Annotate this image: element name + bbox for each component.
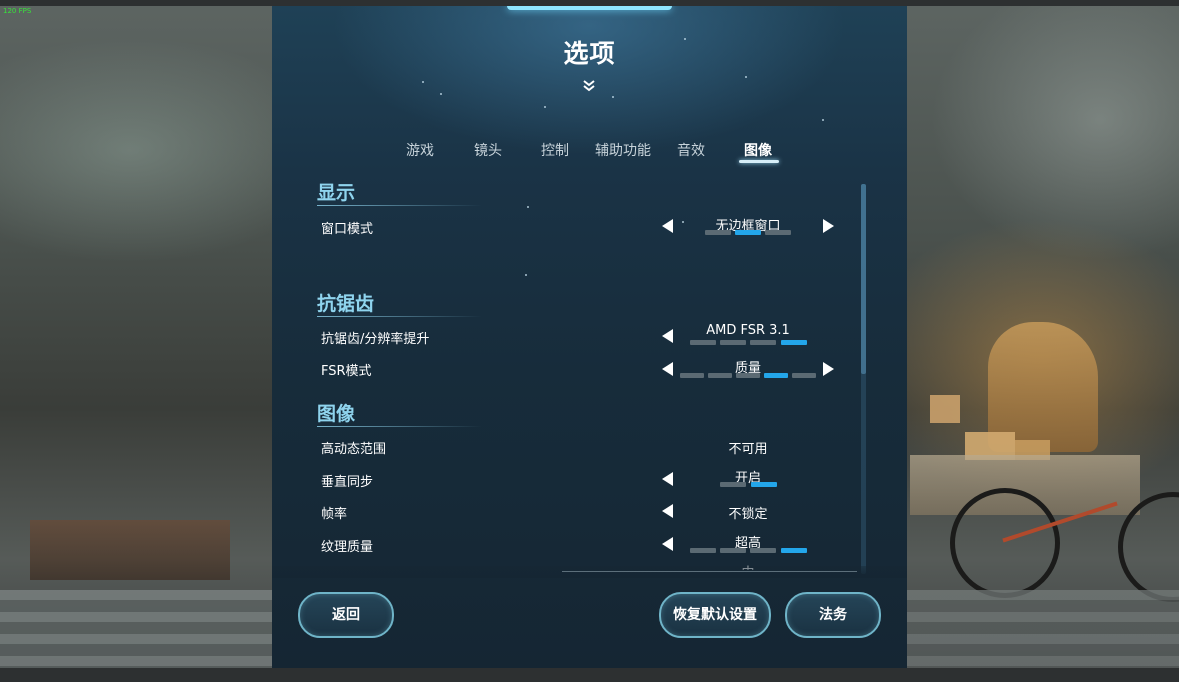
- section-title-display: 显示: [317, 182, 356, 204]
- section-title-image: 图像: [317, 403, 356, 425]
- star-particle: [525, 274, 527, 276]
- option-indicator-segment-selected: [764, 373, 788, 378]
- option-indicator-segment: [720, 548, 746, 553]
- tab-audio[interactable]: 音效: [677, 140, 705, 160]
- setting-label: FSR模式: [321, 364, 372, 379]
- star-particle: [544, 106, 546, 108]
- prev-option-arrow-icon[interactable]: [662, 537, 673, 551]
- star-particle: [422, 81, 424, 83]
- tab-accessibility[interactable]: 辅助功能: [595, 140, 651, 160]
- fps-counter: 120 FPS: [3, 7, 32, 15]
- prev-option-arrow-icon[interactable]: [662, 329, 673, 343]
- background-stairs: [0, 590, 272, 668]
- setting-value: 不可用: [728, 442, 768, 457]
- tab-game[interactable]: 游戏: [406, 140, 434, 160]
- legal-button[interactable]: 法务: [785, 592, 881, 638]
- option-indicator-segment-selected: [735, 230, 761, 235]
- tab-camera[interactable]: 镜头: [474, 140, 502, 160]
- star-particle: [440, 93, 442, 95]
- list-bottom-divider: [562, 571, 857, 572]
- setting-label: 高动态范围: [321, 442, 387, 457]
- page-title: 选项: [563, 39, 616, 68]
- star-particle: [527, 206, 529, 208]
- section-divider: [317, 426, 482, 427]
- setting-label: 垂直同步: [321, 475, 374, 490]
- option-indicator-segment-selected: [781, 548, 807, 553]
- section-divider: [317, 205, 482, 206]
- active-tab-indicator: [739, 160, 779, 163]
- option-indicator-segment: [708, 373, 732, 378]
- option-indicator-segment-selected: [781, 340, 807, 345]
- tab-graphics[interactable]: 图像: [744, 140, 772, 160]
- option-indicator-segment: [750, 340, 776, 345]
- prev-option-arrow-icon[interactable]: [662, 362, 673, 376]
- option-indicator-segment: [705, 230, 731, 235]
- setting-value: AMD FSR 3.1: [706, 323, 790, 338]
- setting-label: 抗锯齿/分辨率提升: [321, 332, 430, 347]
- double-chevron-down-icon: [583, 80, 595, 92]
- prev-option-arrow-icon[interactable]: [662, 219, 673, 233]
- background-bench: [30, 520, 230, 580]
- next-option-arrow-icon[interactable]: [823, 219, 834, 233]
- section-divider: [317, 316, 482, 317]
- option-indicator-segment: [690, 340, 716, 345]
- option-indicator-segment: [720, 340, 746, 345]
- reset-defaults-button[interactable]: 恢复默认设置: [659, 592, 771, 638]
- prev-option-arrow-icon[interactable]: [662, 504, 673, 518]
- option-indicator-segment-selected: [751, 482, 777, 487]
- star-particle: [822, 119, 824, 121]
- background-stairs: [907, 590, 1179, 668]
- star-particle: [745, 76, 747, 78]
- option-indicator-segment: [736, 373, 760, 378]
- window-bottom-bar: [0, 668, 1179, 682]
- back-button[interactable]: 返回: [298, 592, 394, 638]
- setting-label: 帧率: [321, 507, 348, 522]
- section-title-antialiasing: 抗锯齿: [317, 293, 375, 315]
- option-indicator-segment: [750, 548, 776, 553]
- setting-value: 不锁定: [728, 507, 768, 522]
- tab-controls[interactable]: 控制: [541, 140, 569, 160]
- options-panel: 选项 游戏 镜头 控制 辅助功能 音效 图像 显示 窗口模式 无边框窗口 抗锯齿…: [272, 6, 907, 668]
- star-particle: [682, 221, 684, 223]
- setting-label: 窗口模式: [321, 222, 374, 237]
- option-indicator-segment: [680, 373, 704, 378]
- background-crate: [930, 395, 960, 423]
- option-indicator-segment: [690, 548, 716, 553]
- option-indicator-segment: [792, 373, 816, 378]
- option-indicator-segment: [720, 482, 746, 487]
- star-particle: [612, 96, 614, 98]
- option-indicator-segment: [765, 230, 791, 235]
- background-bicycle-wheel: [950, 488, 1060, 598]
- prev-option-arrow-icon[interactable]: [662, 472, 673, 486]
- list-fade-mask: [272, 566, 907, 578]
- panel-top-glow: [507, 6, 672, 10]
- setting-label: 纹理质量: [321, 540, 374, 555]
- scrollbar-thumb[interactable]: [861, 184, 866, 374]
- next-option-arrow-icon[interactable]: [823, 362, 834, 376]
